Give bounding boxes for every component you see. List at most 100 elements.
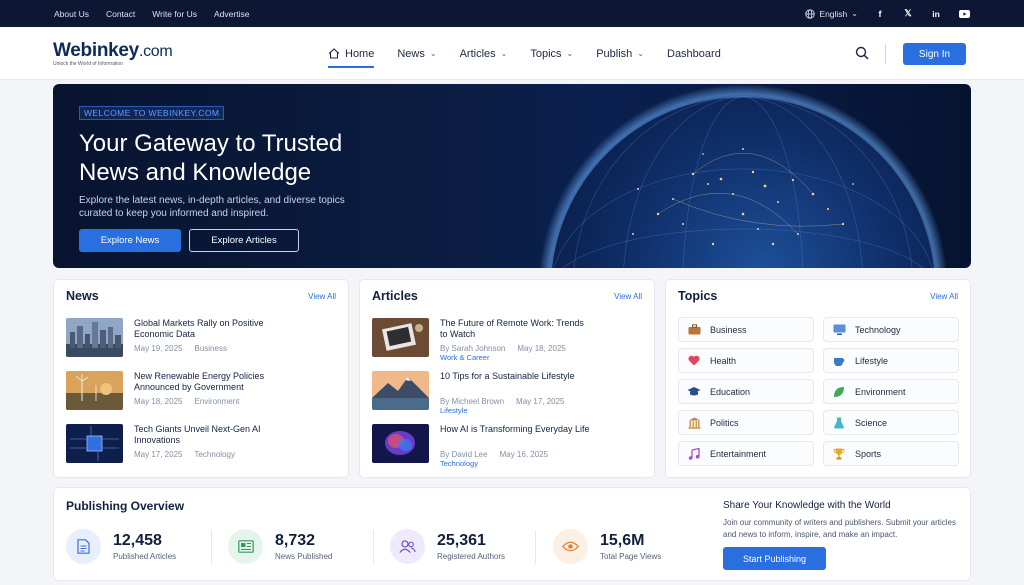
youtube-icon[interactable] <box>958 8 970 20</box>
topic-label: Lifestyle <box>855 355 889 366</box>
topic-education[interactable]: Education <box>678 379 814 404</box>
news-item[interactable]: New Renewable Energy Policies Announced … <box>66 371 336 413</box>
stat-news-published: 8,732 News Published <box>228 526 332 566</box>
article-item-date: May 18, 2025 <box>517 344 566 353</box>
article-item[interactable]: How AI is Transforming Everyday Life By … <box>372 424 642 468</box>
articles-card: Articles View All The Future of Remote W… <box>359 279 655 478</box>
article-item-author: By Sarah Johnson <box>440 344 506 353</box>
graduation-cap-icon <box>687 385 701 399</box>
topic-lifestyle[interactable]: Lifestyle <box>823 348 959 373</box>
topic-label: Politics <box>710 417 739 428</box>
nav-articles[interactable]: Articles ⌄ <box>460 27 508 80</box>
start-publishing-button[interactable]: Start Publishing <box>723 547 826 570</box>
news-item-meta: May 19, 2025 Business <box>134 344 227 353</box>
users-icon <box>390 528 425 564</box>
news-item-date: May 19, 2025 <box>134 344 183 353</box>
top-link-about[interactable]: About Us <box>54 9 89 19</box>
stat-value: 8,732 <box>275 531 316 549</box>
nav-news[interactable]: News ⌄ <box>397 27 436 80</box>
share-section: Share Your Knowledge with the World Join… <box>723 500 963 540</box>
news-card: News View All Global Markets Rally on Po… <box>53 279 349 478</box>
stat-registered-authors: 25,361 Registered Authors <box>390 526 505 566</box>
article-item-category[interactable]: Lifestyle <box>440 406 468 415</box>
chevron-down-icon: ⌄ <box>429 49 437 58</box>
topics-card: Topics View All Business Technology Heal… <box>665 279 971 478</box>
stat-value: 15,6M <box>600 531 645 549</box>
article-item-title: 10 Tips for a Sustainable Lifestyle <box>440 371 575 381</box>
newspaper-icon <box>228 528 263 564</box>
topics-view-all-link[interactable]: View All <box>930 292 958 301</box>
stat-divider <box>373 530 374 564</box>
article-item[interactable]: 10 Tips for a Sustainable Lifestyle By M… <box>372 371 642 415</box>
nav-dashboard-label: Dashboard <box>667 47 721 60</box>
facebook-icon[interactable]: f <box>874 8 886 20</box>
stat-value: 12,458 <box>113 531 162 549</box>
news-item-title: Global Markets Rally on Positive Economi… <box>134 318 264 339</box>
monitor-icon <box>832 323 846 337</box>
main-nav: Home News ⌄ Articles ⌄ Topics ⌄ Publish … <box>328 27 744 80</box>
news-item[interactable]: Global Markets Rally on Positive Economi… <box>66 318 336 360</box>
news-item-date: May 17, 2025 <box>134 450 183 459</box>
topic-label: Education <box>710 386 751 397</box>
explore-articles-button[interactable]: Explore Articles <box>189 229 299 252</box>
article-thumbnail-mountain <box>372 371 429 410</box>
site-logo[interactable]: Webinkey.com Unlock the World of Informa… <box>53 40 173 67</box>
topic-health[interactable]: Health <box>678 348 814 373</box>
stat-total-page-views: 15,6M Total Page Views <box>553 526 661 566</box>
stat-label: Total Page Views <box>600 551 662 561</box>
topic-environment[interactable]: Environment <box>823 379 959 404</box>
nav-topics[interactable]: Topics ⌄ <box>530 27 573 80</box>
linkedin-icon[interactable]: in <box>930 8 942 20</box>
news-item-meta: May 18, 2025 Environment <box>134 397 239 406</box>
articles-view-all-link[interactable]: View All <box>614 292 642 301</box>
explore-news-button[interactable]: Explore News <box>79 229 181 252</box>
x-icon[interactable]: 𝕏 <box>902 8 914 20</box>
language-selector[interactable]: English ⌄ <box>805 9 858 19</box>
topic-business[interactable]: Business <box>678 317 814 342</box>
news-view-all-link[interactable]: View All <box>308 292 336 301</box>
top-links: About Us Contact Write for Us Advertise <box>54 9 249 19</box>
nav-dashboard[interactable]: Dashboard <box>667 27 721 80</box>
article-item-meta: By Micheel Brown May 17, 2025 <box>440 397 565 406</box>
nav-publish[interactable]: Publish ⌄ <box>596 27 644 80</box>
language-label: English <box>819 8 848 19</box>
government-building-icon <box>687 416 701 430</box>
logo-name: Webinkey <box>53 40 139 61</box>
nav-home-label: Home <box>345 47 375 60</box>
top-link-write[interactable]: Write for Us <box>152 9 197 19</box>
news-thumbnail-wind-turbines <box>66 371 123 410</box>
topic-politics[interactable]: Politics <box>678 410 814 435</box>
topic-science[interactable]: Science <box>823 410 959 435</box>
topic-entertainment[interactable]: Entertainment <box>678 441 814 466</box>
article-item-title: The Future of Remote Work: Trends to Wat… <box>440 318 584 339</box>
top-link-contact[interactable]: Contact <box>106 9 135 19</box>
nav-home[interactable]: Home <box>328 27 375 80</box>
topic-label: Health <box>710 355 737 366</box>
welcome-badge: WELCOME TO WEBINKEY.COM <box>79 106 225 120</box>
home-icon <box>328 48 340 59</box>
article-item-category[interactable]: Technology <box>440 459 478 468</box>
topic-technology[interactable]: Technology <box>823 317 959 342</box>
topics-title: Topics <box>678 289 718 303</box>
topic-label: Business <box>710 324 747 335</box>
news-item-title: Tech Giants Unveil Next-Gen AI Innovatio… <box>134 424 261 445</box>
articles-title: Articles <box>372 289 418 303</box>
article-item-meta: By David Lee May 16, 2025 <box>440 450 548 459</box>
stat-value: 25,361 <box>437 531 486 549</box>
article-item-category[interactable]: Work & Career <box>440 353 489 362</box>
article-item[interactable]: The Future of Remote Work: Trends to Wat… <box>372 318 642 362</box>
search-icon[interactable] <box>855 46 869 60</box>
sign-in-button[interactable]: Sign In <box>903 43 966 65</box>
article-item-date: May 17, 2025 <box>516 397 565 406</box>
topic-label: Environment <box>855 386 906 397</box>
top-link-advertise[interactable]: Advertise <box>214 9 249 19</box>
topic-label: Science <box>855 417 888 428</box>
nav-publish-label: Publish <box>596 47 633 60</box>
stat-label: News Published <box>275 551 333 561</box>
hero-title-line1: Your Gateway to Trusted <box>79 130 343 157</box>
topic-sports[interactable]: Sports <box>823 441 959 466</box>
news-item-title: New Renewable Energy Policies Announced … <box>134 371 265 392</box>
chevron-down-icon: ⌄ <box>566 49 574 58</box>
news-item-date: May 18, 2025 <box>134 397 183 406</box>
news-item[interactable]: Tech Giants Unveil Next-Gen AI Innovatio… <box>66 424 336 466</box>
